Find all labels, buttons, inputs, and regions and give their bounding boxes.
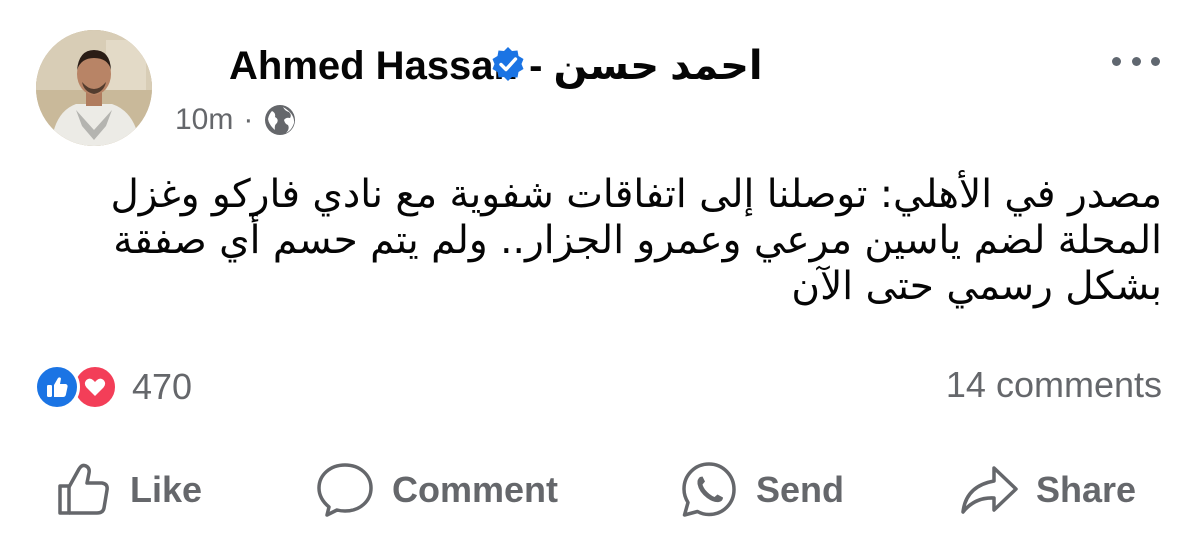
profile-photo [36, 30, 152, 146]
like-reaction-icon [34, 364, 80, 410]
verified-badge-icon [492, 47, 524, 81]
facebook-post: Ahmed Hassan - احمد حسن 10m · مصدر في ال… [0, 0, 1200, 539]
send-button[interactable]: Send [678, 455, 844, 525]
dot-icon [1151, 56, 1160, 66]
share-arrow-icon [961, 466, 1018, 514]
post-action-bar: Like Comment Send Share [0, 455, 1200, 525]
comment-button[interactable]: Comment [314, 455, 558, 525]
post-body-text: مصدر في الأهلي: توصلنا إلى اتفاقات شفوية… [110, 172, 1162, 309]
meta-separator: · [243, 103, 254, 136]
like-button-label: Like [130, 469, 203, 510]
thumbs-up-icon [58, 463, 109, 515]
send-button-label: Send [756, 469, 845, 510]
globe-icon[interactable] [263, 103, 297, 137]
share-button[interactable]: Share [958, 455, 1136, 525]
reactions-summary[interactable]: 470 [34, 362, 192, 412]
author-avatar[interactable] [36, 30, 152, 146]
dot-icon [1112, 56, 1121, 66]
comment-button-label: Comment [392, 469, 559, 510]
comments-count-link[interactable]: 14 comments [946, 364, 1162, 406]
post-meta: 10m · [175, 100, 297, 140]
dot-icon [1131, 56, 1141, 66]
more-options-button[interactable] [1112, 52, 1160, 70]
whatsapp-icon [682, 462, 736, 517]
share-button-label: Share [1036, 469, 1137, 510]
post-timestamp[interactable]: 10m [175, 103, 233, 137]
like-button[interactable]: Like [52, 455, 202, 525]
comment-bubble-icon [317, 463, 373, 517]
reactions-count: 470 [132, 366, 193, 407]
